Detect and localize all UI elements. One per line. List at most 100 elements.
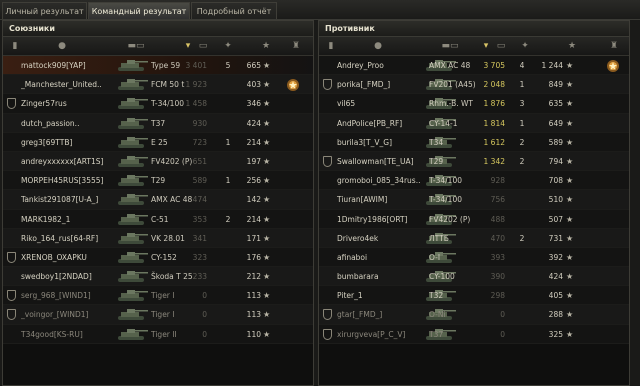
tab-detailed-report[interactable]: Подробный отчёт xyxy=(191,2,277,19)
platoon-icon[interactable]: ▮ xyxy=(8,40,22,52)
xp-star-icon: ★ xyxy=(263,310,271,320)
table-row[interactable]: 1Dmitry1986[ORT] FV4202 (P) 488 507 ★ xyxy=(319,209,629,229)
table-row[interactable]: afinaboi O-I 393 392 ★ xyxy=(319,247,629,268)
table-row[interactable]: Andrey_Proo AMX AC 48 3 705 4 1 244 ★ xyxy=(319,56,629,76)
damage-icon[interactable]: ▭ xyxy=(491,40,511,52)
kills-icon[interactable]: ✦ xyxy=(518,40,532,52)
xp-star-icon: ★ xyxy=(263,176,271,186)
xp-value: 214 xyxy=(246,214,261,224)
tank-icon xyxy=(115,117,149,130)
xp-value: 424 xyxy=(548,272,563,282)
table-row[interactable]: Tankist291087[U-A_] AMX AC 48 474 142 ★ xyxy=(3,190,313,210)
damage-icon[interactable]: ▭ xyxy=(193,40,213,52)
kills-value: 4 xyxy=(519,61,525,70)
xp-value: 113 xyxy=(246,310,261,320)
player-name: Andrey_Proo xyxy=(337,61,384,70)
table-row[interactable]: _voingor_[WIND1] Tiger I 0 113 ★ xyxy=(3,305,313,325)
player-icon[interactable]: ● xyxy=(55,40,69,52)
damage-value: 393 xyxy=(490,252,505,262)
damage-value: 323 xyxy=(192,252,207,262)
player-name: burila3[T_V_G] xyxy=(337,137,393,147)
player-icon[interactable]: ● xyxy=(371,40,385,52)
player-name: porika[_FMD_] xyxy=(337,80,391,90)
damage-value: 1 342 xyxy=(483,156,505,166)
table-row[interactable]: Swallowman[TE_UA] T29 1 342 2 794 ★ xyxy=(319,151,629,172)
damage-value: 2 048 xyxy=(483,80,505,90)
tank-icon[interactable]: ▬▭ xyxy=(437,40,463,52)
platoon-icon xyxy=(7,290,16,302)
table-row[interactable]: bumbarara CY-100 390 424 ★ xyxy=(319,267,629,287)
enemies-title: Противник xyxy=(319,21,629,37)
tank-icon xyxy=(115,251,149,264)
damage-value: 0 xyxy=(500,310,505,320)
table-row[interactable]: swedboy1[2NDAD] Škoda T 25 233 212 ★ xyxy=(3,267,313,287)
xp-value: 256 xyxy=(246,176,261,186)
table-row[interactable]: porika[_FMD_] FV201 (A45) 2 048 1 849 ★ xyxy=(319,75,629,95)
xp-star-icon: ★ xyxy=(566,272,574,282)
xp-star-icon: ★ xyxy=(263,80,271,90)
xp-star-icon: ★ xyxy=(566,195,574,205)
medal-icon[interactable] xyxy=(605,58,621,74)
tank-icon xyxy=(115,232,149,245)
player-name: T34good[KS-RU] xyxy=(21,329,83,339)
damage-value: 470 xyxy=(490,233,505,243)
table-row[interactable]: MARK1982_1 C-51 353 2 214 ★ xyxy=(3,209,313,229)
kills-value: 5 xyxy=(225,61,231,70)
tab-team-result[interactable]: Командный результат xyxy=(88,2,190,19)
xp-star-icon: ★ xyxy=(566,99,574,109)
table-row[interactable]: andreyxxxxxx[ART1S] FV4202 (P) 651 197 ★ xyxy=(3,151,313,172)
table-row[interactable]: Riko_164_rus[64-RF] VK 28.01 341 171 ★ xyxy=(3,228,313,248)
xp-value: 214 xyxy=(246,137,261,147)
table-row[interactable]: XRENOB_OXAPKU CY-152 323 176 ★ xyxy=(3,247,313,268)
damage-value: 0 xyxy=(202,310,207,320)
table-row[interactable]: greg3[69TTB] E 25 723 1 214 ★ xyxy=(3,132,313,152)
table-row[interactable]: T34good[KS-RU] Tiger II 0 110 ★ xyxy=(3,324,313,344)
damage-value: 353 xyxy=(192,214,207,224)
table-row[interactable]: dutch_passion.. T37 930 424 ★ xyxy=(3,113,313,133)
xp-star-icon[interactable]: ★ xyxy=(565,40,579,52)
table-row[interactable]: gtar[_FMD_] O-Ni 0 288 ★ xyxy=(319,305,629,325)
kills-value: 2 xyxy=(519,137,525,147)
medal-icon[interactable]: ♜ xyxy=(289,40,303,52)
xp-value: 1 244 xyxy=(541,61,563,70)
xp-star-icon: ★ xyxy=(263,329,271,339)
table-row[interactable]: Piter_1 T32 298 405 ★ xyxy=(319,286,629,306)
tab-personal-result[interactable]: Личный результат xyxy=(2,2,87,19)
table-row[interactable]: xirurgveva[P_C_V] T37 0 325 ★ xyxy=(319,324,629,344)
table-row[interactable]: Tiuran[AWIM] T-34/100 756 510 ★ xyxy=(319,190,629,210)
tank-icon xyxy=(115,213,149,226)
table-row[interactable]: MORPEH45RUS[3555] T29 589 1 256 ★ xyxy=(3,171,313,191)
table-row[interactable]: AndPolice[PB_RF] CY-14-1 1 814 1 649 ★ xyxy=(319,113,629,133)
tank-icon xyxy=(115,193,149,206)
table-row[interactable]: Zinger57rus T-34/100 1 458 346 ★ xyxy=(3,94,313,114)
player-name: Zinger57rus xyxy=(21,99,67,109)
damage-value: 723 xyxy=(192,137,207,147)
tank-icon[interactable]: ▬▭ xyxy=(123,40,149,52)
medal-icon[interactable]: ♜ xyxy=(607,40,621,52)
table-row[interactable]: Drivero4ek ЛТТБ 470 2 731 ★ xyxy=(319,228,629,248)
tank-icon xyxy=(115,136,149,149)
table-row[interactable]: vil65 Rhm.-B. WT 1 876 3 635 ★ xyxy=(319,94,629,114)
xp-value: 507 xyxy=(548,214,563,224)
table-row[interactable]: burila3[T_V_G] T34 1 612 2 589 ★ xyxy=(319,132,629,152)
table-row[interactable]: _Manchester_United.. FCM 50 t1 923 403 ★ xyxy=(3,75,313,95)
xp-value: 171 xyxy=(246,233,261,243)
table-row[interactable]: gromoboi_085_34rus.. T-34/100 928 708 ★ xyxy=(319,171,629,191)
platoon-icon[interactable]: ▮ xyxy=(324,40,338,52)
player-name: MARK1982_1 xyxy=(21,214,71,224)
table-row[interactable]: serg_968_[WIND1] Tiger I 0 113 ★ xyxy=(3,286,313,306)
xp-star-icon: ★ xyxy=(566,233,574,243)
player-name: gtar[_FMD_] xyxy=(337,310,383,320)
player-name: dutch_passion.. xyxy=(21,118,80,128)
xp-star-icon[interactable]: ★ xyxy=(259,40,273,52)
platoon-icon xyxy=(7,98,16,110)
damage-value: 1 876 xyxy=(483,99,505,109)
table-row[interactable]: mattock909[YAP] Type 59 3 401 5 665 ★ xyxy=(3,56,313,76)
damage-value: 488 xyxy=(490,214,505,224)
xp-star-icon: ★ xyxy=(566,118,574,128)
enemies-panel: Противник ▮ ● ▬▭ ▾ ▭ ✦ ★ ♜ Andrey_Proo AM… xyxy=(318,20,630,386)
xp-star-icon: ★ xyxy=(566,214,574,224)
medal-icon[interactable] xyxy=(285,77,301,93)
xp-star-icon: ★ xyxy=(263,272,271,282)
kills-icon[interactable]: ✦ xyxy=(221,40,235,52)
